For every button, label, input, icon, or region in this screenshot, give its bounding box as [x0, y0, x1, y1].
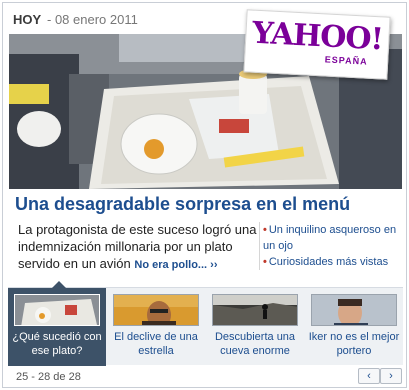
chevron-left-icon: ‹	[367, 370, 371, 382]
thumbnail-caption: ¿Qué sucedió con ese plato?	[12, 331, 102, 357]
prev-button[interactable]: ‹	[358, 368, 380, 384]
related-link-text: Un inquilino asqueroso en un ojo	[263, 224, 397, 252]
feature-summary: La protagonista de este suceso logró una…	[18, 221, 258, 274]
feature-headline[interactable]: Una desagradable sorpresa en el menú	[15, 193, 400, 215]
pager-footer: 25 - 28 de 28 ‹ ›	[8, 367, 403, 387]
news-module: HOY - 08 enero 2011 YAHOO! ESPAÑA Una de…	[2, 2, 407, 388]
thumbnail-carousel: ¿Qué sucedió con ese plato? El declive d…	[8, 281, 403, 366]
related-link-text: Curiosidades más vistas	[268, 256, 389, 268]
yahoo-logo[interactable]: YAHOO! ESPAÑA	[243, 9, 391, 80]
related-links: • Un inquilino asqueroso en un ojo • Curio…	[259, 222, 404, 270]
related-link-inquilino[interactable]: • Un inquilino asqueroso en un ojo	[263, 222, 404, 254]
thumbnail-caption: El declive de una estrella	[114, 331, 198, 357]
read-more-link[interactable]: No era pollo... ››	[134, 259, 217, 271]
chevron-right-icon: ›	[389, 370, 393, 382]
bullet-icon: •	[263, 224, 267, 236]
thumbnail-estrella[interactable]: El declive de una estrella	[107, 288, 205, 366]
thumbnail-plato[interactable]: ¿Qué sucedió con ese plato?	[8, 281, 106, 366]
pager-range: 25 - 28 de 28	[16, 371, 81, 383]
thumbnail-image	[311, 294, 397, 326]
thumbnail-caption: Descubierta una cueva enorme	[214, 331, 296, 357]
thumbnail-image	[212, 294, 298, 326]
thumbnail-image	[14, 294, 100, 326]
date-label: - 08 enero 2011	[47, 12, 138, 27]
active-indicator-arrow	[52, 281, 66, 288]
thumbnail-image	[113, 294, 199, 326]
today-label: HOY	[13, 12, 42, 27]
logo-brand: YAHOO!	[251, 15, 384, 58]
thumbnail-portero[interactable]: Iker no es el mejor portero	[305, 288, 403, 366]
related-link-curiosidades[interactable]: • Curiosidades más vistas	[263, 254, 404, 270]
bullet-icon: •	[263, 256, 267, 268]
thumbnail-cueva[interactable]: Descubierta una cueva enorme	[206, 288, 304, 366]
thumbnail-caption: Iker no es el mejor portero	[308, 331, 400, 357]
next-button[interactable]: ›	[380, 368, 402, 384]
